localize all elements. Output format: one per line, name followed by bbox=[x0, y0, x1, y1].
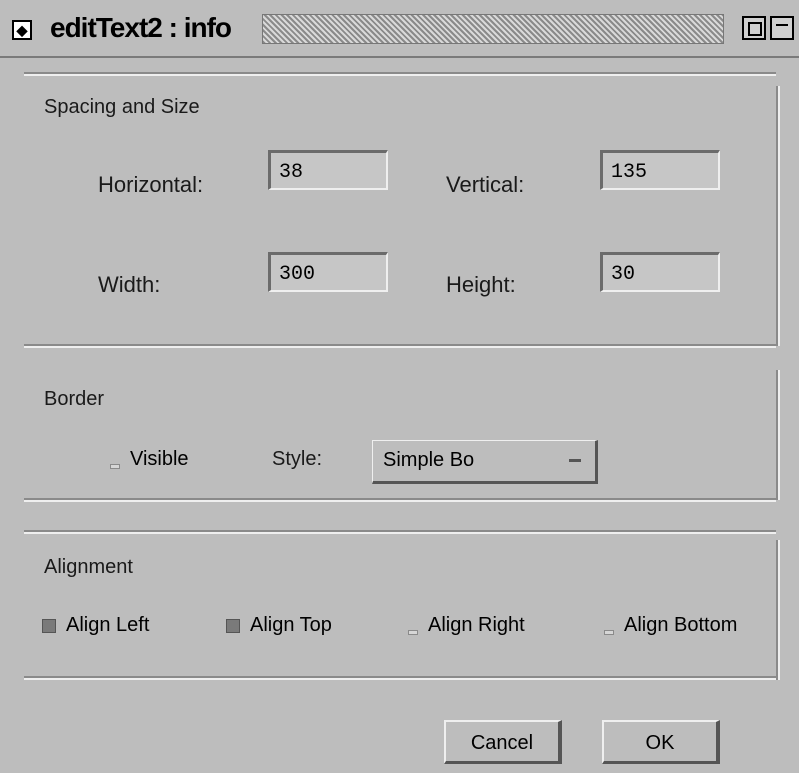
align-bottom-checkbox[interactable]: Align Bottom bbox=[604, 614, 737, 637]
width-label: Width: bbox=[98, 272, 161, 297]
right-rule-2 bbox=[776, 370, 780, 500]
align-top-checkbox[interactable]: Align Top bbox=[226, 614, 332, 637]
align-left-checkbox[interactable]: Align Left bbox=[42, 614, 149, 637]
horizontal-label: Horizontal: bbox=[98, 172, 204, 197]
title-bar-stripes bbox=[262, 14, 724, 44]
style-label: Style: bbox=[272, 448, 323, 470]
align-bottom-label: Align Bottom bbox=[624, 614, 738, 636]
top-divider bbox=[24, 72, 776, 76]
border-section-label: Border bbox=[44, 388, 105, 410]
close-box-icon[interactable]: ◆ bbox=[12, 20, 32, 40]
visible-checkbox[interactable]: Visible bbox=[110, 448, 189, 471]
ok-button[interactable]: OK bbox=[602, 720, 720, 764]
align-bottom-box[interactable] bbox=[604, 630, 614, 635]
title-bar[interactable]: ◆ editText2 : info bbox=[0, 0, 799, 58]
align-top-label: Align Top bbox=[250, 614, 332, 636]
align-left-label: Align Left bbox=[66, 614, 150, 636]
alignment-section-label: Alignment bbox=[44, 556, 133, 578]
align-left-box[interactable] bbox=[42, 618, 56, 633]
info-window: ◆ editText2 : info Spacing and Size Hori… bbox=[0, 0, 799, 773]
align-right-label: Align Right bbox=[428, 614, 525, 636]
align-right-box[interactable] bbox=[408, 630, 418, 635]
alignment-top-divider bbox=[24, 530, 776, 534]
width-field[interactable]: 300 bbox=[268, 252, 388, 292]
right-rule-3 bbox=[776, 540, 780, 680]
visible-checkbox-box[interactable] bbox=[110, 464, 120, 469]
cancel-button[interactable]: Cancel bbox=[444, 720, 562, 764]
visible-checkbox-label: Visible bbox=[130, 448, 189, 470]
bottom-divider bbox=[24, 676, 776, 680]
align-right-checkbox[interactable]: Align Right bbox=[408, 614, 525, 637]
zoom-box-icon[interactable] bbox=[742, 16, 766, 40]
right-rule-1 bbox=[776, 86, 780, 346]
spacing-section-label: Spacing and Size bbox=[44, 96, 200, 118]
vertical-label: Vertical: bbox=[446, 172, 525, 197]
popup-arrow-icon bbox=[569, 459, 581, 462]
collapse-box-icon[interactable] bbox=[770, 16, 794, 40]
height-field[interactable]: 30 bbox=[600, 252, 720, 292]
border-divider bbox=[24, 498, 776, 502]
border-style-popup[interactable]: Simple Bo bbox=[372, 440, 598, 484]
spacing-divider bbox=[24, 344, 776, 348]
vertical-field[interactable]: 135 bbox=[600, 150, 720, 190]
align-top-box[interactable] bbox=[226, 618, 240, 633]
border-style-value: Simple Bo bbox=[383, 449, 475, 471]
horizontal-field[interactable]: 38 bbox=[268, 150, 388, 190]
height-label: Height: bbox=[446, 272, 516, 297]
window-title: editText2 : info bbox=[50, 12, 232, 43]
